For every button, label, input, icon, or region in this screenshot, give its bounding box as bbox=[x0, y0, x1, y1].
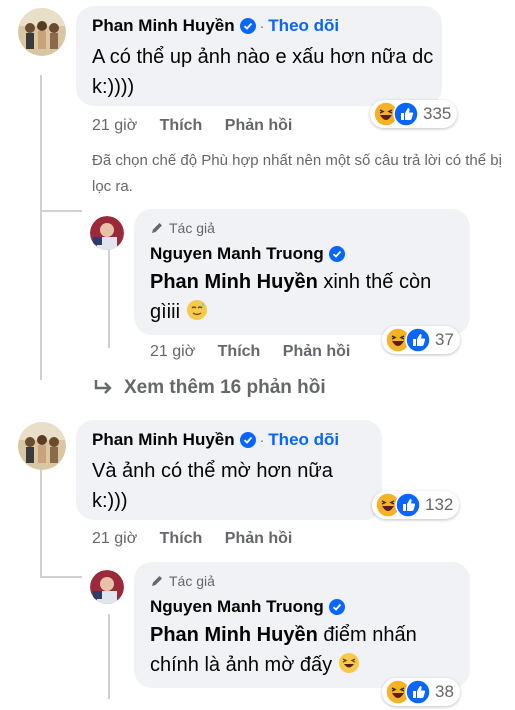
like-reaction-icon bbox=[395, 492, 421, 518]
sweat-smile-emoji-icon bbox=[186, 299, 208, 321]
reaction-count: 37 bbox=[435, 330, 454, 349]
comment-time[interactable]: 21 giờ bbox=[92, 117, 137, 134]
reply-bubble: Tác giả Nguyen Manh Truong Phan Minh Huy… bbox=[134, 562, 470, 688]
avatar[interactable] bbox=[90, 570, 124, 604]
comment-text: Và ảnh có thể mờ hơn nữa k:))) bbox=[92, 460, 333, 512]
author-badge-label: Tác giả bbox=[169, 573, 215, 589]
thread-line-branch bbox=[40, 576, 82, 578]
author-badge: Tác giả bbox=[150, 573, 215, 589]
reply-text: Phan Minh Huyền xinh thế còn gìiii bbox=[150, 267, 450, 327]
verified-badge-icon bbox=[239, 18, 256, 34]
mention-link[interactable]: Phan Minh Huyền bbox=[150, 271, 318, 293]
verified-badge-icon bbox=[328, 599, 345, 615]
reply-author[interactable]: Nguyen Manh Truong bbox=[150, 244, 324, 264]
reaction-count: 335 bbox=[423, 104, 452, 123]
reaction-summary[interactable]: 38 bbox=[382, 678, 460, 706]
comment-bubble: Phan Minh Huyền · Theo dõi A có thể up ả… bbox=[76, 6, 442, 106]
pencil-icon bbox=[150, 574, 164, 588]
reply-actions: 21 giờ Thích Phản hồi bbox=[150, 343, 368, 361]
reaction-count: 38 bbox=[435, 682, 454, 701]
like-reaction-icon bbox=[405, 327, 431, 353]
avatar[interactable] bbox=[90, 216, 124, 250]
reply-button[interactable]: Phản hồi bbox=[225, 530, 293, 547]
thread-line-branch bbox=[40, 210, 82, 212]
verified-badge-icon bbox=[328, 246, 345, 262]
comment-author[interactable]: Phan Minh Huyền bbox=[92, 16, 235, 36]
filter-notice: Đã chọn chế độ Phù hợp nhất nên một số c… bbox=[92, 152, 502, 195]
dot-separator: · bbox=[259, 432, 265, 448]
comment-actions: 21 giờ Thích Phản hồi bbox=[92, 117, 310, 135]
reaction-summary[interactable]: 335 bbox=[370, 100, 458, 128]
see-more-label: Xem thêm 16 phản hồi bbox=[124, 377, 326, 398]
reply-text: Phan Minh Huyền điểm nhấn chính là ảnh m… bbox=[150, 620, 460, 680]
avatar[interactable] bbox=[18, 8, 66, 56]
like-button[interactable]: Thích bbox=[160, 117, 203, 134]
comment-actions: 21 giờ Thích Phản hồi bbox=[92, 530, 310, 548]
comment-author[interactable]: Phan Minh Huyền bbox=[92, 430, 235, 450]
author-badge-label: Tác giả bbox=[169, 220, 215, 236]
reaction-summary[interactable]: 37 bbox=[382, 326, 460, 354]
reply-time[interactable]: 21 giờ bbox=[150, 343, 195, 360]
pencil-icon bbox=[150, 221, 164, 235]
verified-badge-icon bbox=[239, 432, 256, 448]
reply-bubble: Tác giả Nguyen Manh Truong Phan Minh Huy… bbox=[134, 209, 470, 335]
reply-arrow-icon bbox=[92, 378, 114, 398]
reaction-summary[interactable]: 132 bbox=[372, 491, 460, 519]
dot-separator: · bbox=[259, 18, 265, 34]
follow-button[interactable]: Theo dõi bbox=[268, 430, 339, 450]
like-reaction-icon bbox=[393, 101, 419, 127]
see-more-replies-button[interactable]: Xem thêm 16 phản hồi bbox=[92, 377, 326, 399]
comment-text: A có thể up ảnh nào e xấu hơn nữa dc k:)… bbox=[92, 46, 434, 98]
like-button[interactable]: Thích bbox=[218, 343, 261, 360]
comment-bubble: Phan Minh Huyền · Theo dõi Và ảnh có thể… bbox=[76, 420, 382, 520]
thread-line bbox=[108, 248, 110, 348]
comment-time[interactable]: 21 giờ bbox=[92, 530, 137, 547]
reaction-count: 132 bbox=[425, 495, 454, 514]
reply-button[interactable]: Phản hồi bbox=[283, 343, 351, 360]
like-button[interactable]: Thích bbox=[160, 530, 203, 547]
thread-line bbox=[108, 614, 110, 699]
reply-button[interactable]: Phản hồi bbox=[225, 117, 293, 134]
laugh-emoji-icon bbox=[338, 652, 360, 674]
like-reaction-icon bbox=[405, 679, 431, 705]
follow-button[interactable]: Theo dõi bbox=[268, 16, 339, 36]
avatar[interactable] bbox=[18, 422, 66, 470]
author-badge: Tác giả bbox=[150, 220, 215, 236]
thread-line bbox=[40, 470, 42, 578]
thread-line bbox=[40, 75, 42, 380]
reply-author[interactable]: Nguyen Manh Truong bbox=[150, 597, 324, 617]
mention-link[interactable]: Phan Minh Huyền bbox=[150, 624, 318, 646]
